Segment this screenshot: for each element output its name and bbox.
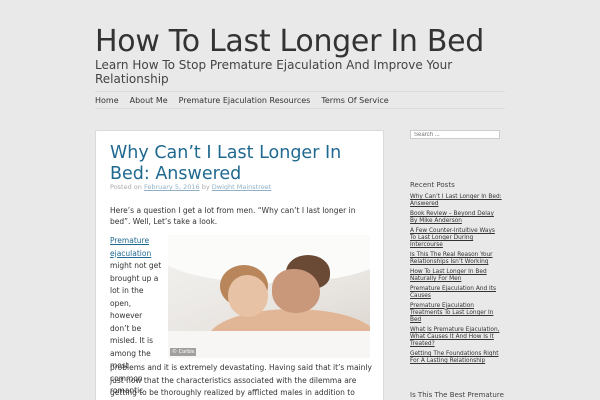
recent-posts-title: Recent Posts bbox=[410, 181, 455, 189]
search-input[interactable] bbox=[410, 130, 500, 139]
post-meta: Posted on February 5, 2016 by Dwight Mai… bbox=[110, 183, 271, 191]
site-description: Learn How To Stop Premature Ejaculation … bbox=[95, 58, 453, 86]
list-item: Book Review – Beyond Delay By Mike Ander… bbox=[410, 211, 502, 225]
recent-posts-list: Why Can’t I Last Longer In Bed: Answered… bbox=[410, 194, 502, 368]
post-author-link[interactable]: Dwight Mainstreet bbox=[212, 183, 272, 191]
post-title[interactable]: Why Can’t I Last Longer In Bed: Answered bbox=[110, 143, 370, 185]
site-title[interactable]: How To Last Longer In Bed bbox=[95, 24, 484, 59]
list-item: Premature Ejaculation And Its Causes bbox=[410, 286, 502, 300]
post-article: Why Can’t I Last Longer In Bed: Answered… bbox=[95, 130, 384, 400]
post-image: © Corbis bbox=[168, 235, 370, 358]
list-item: Getting The Foundations Right For A Last… bbox=[410, 351, 502, 365]
post-meta-prefix: Posted on bbox=[110, 183, 142, 191]
recent-post-link[interactable]: Why Can’t I Last Longer In Bed: Answered bbox=[410, 194, 502, 207]
recent-post-link[interactable]: How To Last Longer In Bed Naturally For … bbox=[410, 269, 487, 282]
post-meta-by: by bbox=[201, 183, 210, 191]
main-nav: Home About Me Premature Ejaculation Reso… bbox=[95, 96, 389, 105]
recent-post-link[interactable]: Premature Ejaculation And Its Causes bbox=[410, 286, 496, 299]
post-intro: Here’s a question I get a lot from men. … bbox=[110, 206, 356, 226]
image-credit: © Corbis bbox=[170, 348, 197, 356]
recent-post-link[interactable]: Premature Ejaculation Treatments To Last… bbox=[410, 303, 493, 323]
list-item: Premature Ejaculation Treatments To Last… bbox=[410, 303, 502, 325]
recent-post-link[interactable]: Is This The Real Reason Your Relationshi… bbox=[410, 252, 493, 265]
nav-divider-top bbox=[95, 91, 505, 92]
recent-post-link[interactable]: A Few Counter-Intuitive Ways To Last Lon… bbox=[410, 228, 495, 248]
nav-item-terms-of-service[interactable]: Terms Of Service bbox=[321, 96, 388, 105]
next-widget-title: Is This The Best Premature bbox=[410, 391, 504, 399]
nav-item-pe-resources[interactable]: Premature Ejaculation Resources bbox=[179, 96, 311, 105]
recent-post-link[interactable]: What Is Premature Ejaculation, What Caus… bbox=[410, 327, 499, 347]
list-item: What Is Premature Ejaculation, What Caus… bbox=[410, 327, 502, 349]
premature-ejaculation-link[interactable]: Premature ejaculation bbox=[110, 236, 151, 258]
nav-item-about-me[interactable]: About Me bbox=[130, 96, 168, 105]
nav-divider-bottom bbox=[95, 108, 505, 109]
recent-post-link[interactable]: Getting The Foundations Right For A Last… bbox=[410, 351, 499, 364]
list-item: Why Can’t I Last Longer In Bed: Answered bbox=[410, 194, 502, 208]
recent-post-link[interactable]: Book Review – Beyond Delay By Mike Ander… bbox=[410, 211, 494, 224]
list-item: Is This The Real Reason Your Relationshi… bbox=[410, 252, 502, 266]
nav-item-home[interactable]: Home bbox=[95, 96, 119, 105]
post-date-link[interactable]: February 5, 2016 bbox=[144, 183, 200, 191]
list-item: A Few Counter-Intuitive Ways To Last Lon… bbox=[410, 228, 502, 250]
list-item: How To Last Longer In Bed Naturally For … bbox=[410, 269, 502, 283]
post-body: problems and it is extremely devastating… bbox=[110, 363, 372, 397]
